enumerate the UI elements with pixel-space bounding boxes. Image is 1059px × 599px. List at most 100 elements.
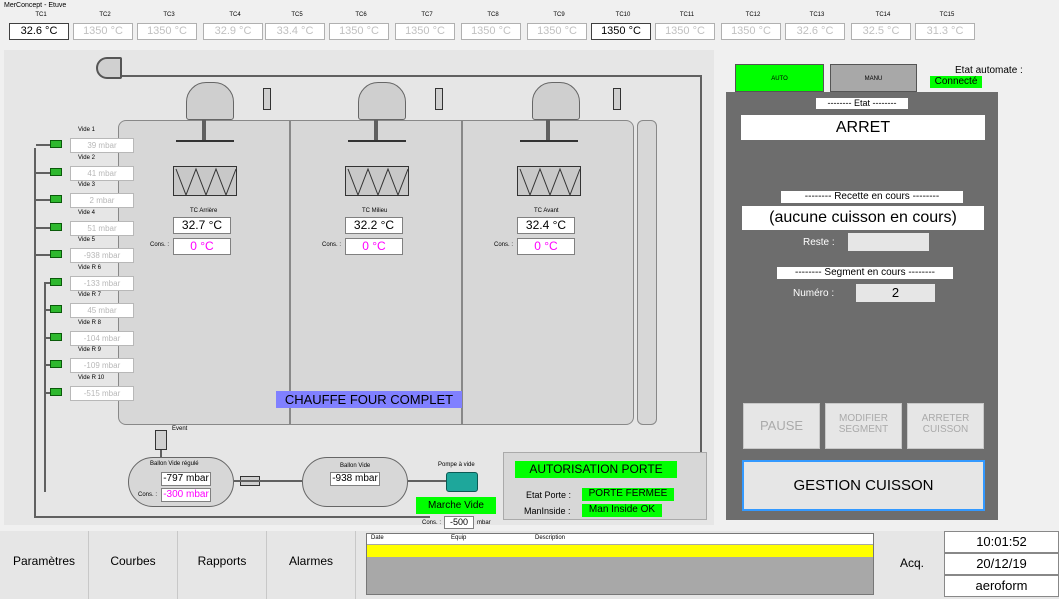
zone-cons-1[interactable]: 0 °C xyxy=(173,238,231,255)
fan-icon-3 xyxy=(520,140,578,148)
modifier-line2: SEGMENT xyxy=(838,424,889,435)
heater-icon-1 xyxy=(173,166,237,196)
vacuum-valve-icon-8[interactable] xyxy=(50,332,62,341)
vacuum-valve-icon-10[interactable] xyxy=(50,387,62,396)
maninside-label: ManInside : xyxy=(524,506,571,516)
vacuum-label-3: Vide 3 xyxy=(78,182,95,188)
vacuum-value-1: 39 mbar xyxy=(70,138,134,153)
alarm-col-equip[interactable]: Equip xyxy=(451,535,466,541)
parametres-button[interactable]: Paramètres xyxy=(0,531,89,599)
motor-1 xyxy=(186,82,234,120)
zone-cons-3[interactable]: 0 °C xyxy=(517,238,575,255)
valve-top-2 xyxy=(435,88,443,110)
valve-top-1 xyxy=(263,88,271,110)
tc-value-8: 1350 °C xyxy=(461,23,521,40)
pompe-title: Pompe à vide xyxy=(438,462,475,468)
vacuum-valve-icon-5[interactable] xyxy=(50,250,62,258)
tc-value-6: 1350 °C xyxy=(329,23,389,40)
clock-date: 20/12/19 xyxy=(944,553,1059,575)
tc-value-11: 1350 °C xyxy=(655,23,715,40)
vacuum-value-9: -109 mbar xyxy=(70,358,134,373)
vacuum-valve-icon-3[interactable] xyxy=(50,195,62,203)
zone-label-1: TC Arrière xyxy=(190,208,218,214)
fan-icon xyxy=(96,57,122,79)
vacuum-label-4: Vide 4 xyxy=(78,209,95,216)
etat-automate-label: Etat automate : xyxy=(955,65,1023,76)
vacuum-label-7: Vide R 7 xyxy=(78,292,101,298)
numero-label: Numéro : xyxy=(793,288,835,299)
arreter-cuisson-button[interactable]: ARRETER CUISSON xyxy=(907,403,984,449)
alarm-table: Date Equip Description xyxy=(366,533,874,595)
vacuum-valve-icon-6[interactable] xyxy=(50,277,62,286)
ballon-vide-title: Ballon Vide xyxy=(340,463,371,469)
vacuum-pipe-4 xyxy=(36,226,50,229)
vacuum-pipe-8 xyxy=(46,336,50,339)
courbes-button[interactable]: Courbes xyxy=(89,531,178,599)
modifier-segment-button[interactable]: MODIFIER SEGMENT xyxy=(825,403,902,449)
vacuum-valve-icon-7[interactable] xyxy=(50,305,62,313)
fan-icon-2 xyxy=(348,140,406,148)
ballon-regule-cons[interactable]: -300 mbar xyxy=(161,488,211,502)
tc-value-7: 1350 °C xyxy=(395,23,455,40)
vacuum-value-2: 41 mbar xyxy=(70,165,134,181)
vacuum-label-2: Vide 2 xyxy=(78,154,95,161)
ballon-link-pipe xyxy=(234,480,302,482)
vacuum-label-9: Vide R 9 xyxy=(78,347,101,353)
vacuum-valve-icon-2[interactable] xyxy=(50,167,62,176)
fan-icon-1 xyxy=(176,140,234,148)
vacuum-value-7: 45 mbar xyxy=(70,303,134,318)
oven-door xyxy=(637,120,657,425)
vacuum-valve-icon-1[interactable] xyxy=(50,140,62,148)
valve-top-3 xyxy=(613,88,621,110)
rapports-button[interactable]: Rapports xyxy=(178,531,267,599)
vacuum-pipe-1 xyxy=(36,144,50,146)
etat-header: -------- Etat -------- xyxy=(816,98,908,109)
marche-vide-button[interactable]: Marche Vide xyxy=(416,497,496,514)
pompe-cons-label: Cons. : xyxy=(422,520,442,526)
recette-header: -------- Recette en cours -------- xyxy=(781,191,963,203)
vacuum-valve-icon-9[interactable] xyxy=(50,360,62,368)
tc-label-2: TC2 xyxy=(99,12,111,18)
tc-label-4: TC4 xyxy=(229,12,241,18)
pause-button[interactable]: PAUSE xyxy=(743,403,820,449)
zone-temp-2: 32.2 °C xyxy=(345,217,403,234)
pompe-cons-value[interactable]: -500 xyxy=(444,516,474,529)
fan-shaft-3 xyxy=(546,120,550,142)
vacuum-pipe-3 xyxy=(36,199,50,201)
zone-cons-2[interactable]: 0 °C xyxy=(345,238,403,255)
zone-label-3: TC Avant xyxy=(534,208,559,214)
vacuum-label-1: Vide 1 xyxy=(78,127,95,133)
vacuum-manifold-1 xyxy=(34,148,36,518)
acq-label: Acq. xyxy=(900,556,925,570)
gestion-cuisson-button[interactable]: GESTION CUISSON xyxy=(742,460,985,511)
alarm-header: Date Equip Description xyxy=(367,534,873,544)
vacuum-valve-icon-4[interactable] xyxy=(50,222,62,231)
auto-button[interactable]: AUTO xyxy=(735,64,824,92)
tc-label-13: TC13 xyxy=(809,12,825,18)
vacuum-pipe-10 xyxy=(46,391,50,394)
tc-value-5: 33.4 °C xyxy=(265,23,325,40)
thermocouple-bar: TC1 32.6 °C TC2 1350 °C TC3 1350 °C TC4 32.9 °C… xyxy=(9,12,975,48)
ballon-vide-value: -938 mbar xyxy=(330,472,380,486)
zone-cons-label-1: Cons. : xyxy=(150,242,170,248)
zone-temp-1: 32.7 °C xyxy=(173,217,231,234)
top-pipe xyxy=(122,75,702,77)
heater-icon-2 xyxy=(345,166,409,196)
vacuum-pipe-7 xyxy=(46,309,50,311)
event-label: Event xyxy=(172,426,188,432)
vacuum-value-3: 2 mbar xyxy=(70,193,134,208)
door-state-value: PORTE FERMEE xyxy=(582,488,674,501)
vacuum-value-8: -104 mbar xyxy=(70,330,134,346)
manu-button[interactable]: MANU xyxy=(830,64,917,92)
etat-value: ARRET xyxy=(741,115,985,140)
alarm-col-date[interactable]: Date xyxy=(371,535,384,541)
top-pipe-right xyxy=(700,75,702,457)
alarm-row[interactable] xyxy=(367,545,873,557)
pump-icon xyxy=(446,472,478,492)
alarmes-button[interactable]: Alarmes xyxy=(267,531,356,599)
alarm-col-description[interactable]: Description xyxy=(535,535,565,541)
tc-label-9: TC9 xyxy=(553,12,565,18)
event-valve-icon xyxy=(155,430,167,450)
ballon-regule-value: -797 mbar xyxy=(161,472,211,486)
vacuum-label-10: Vide R 10 xyxy=(78,374,105,381)
